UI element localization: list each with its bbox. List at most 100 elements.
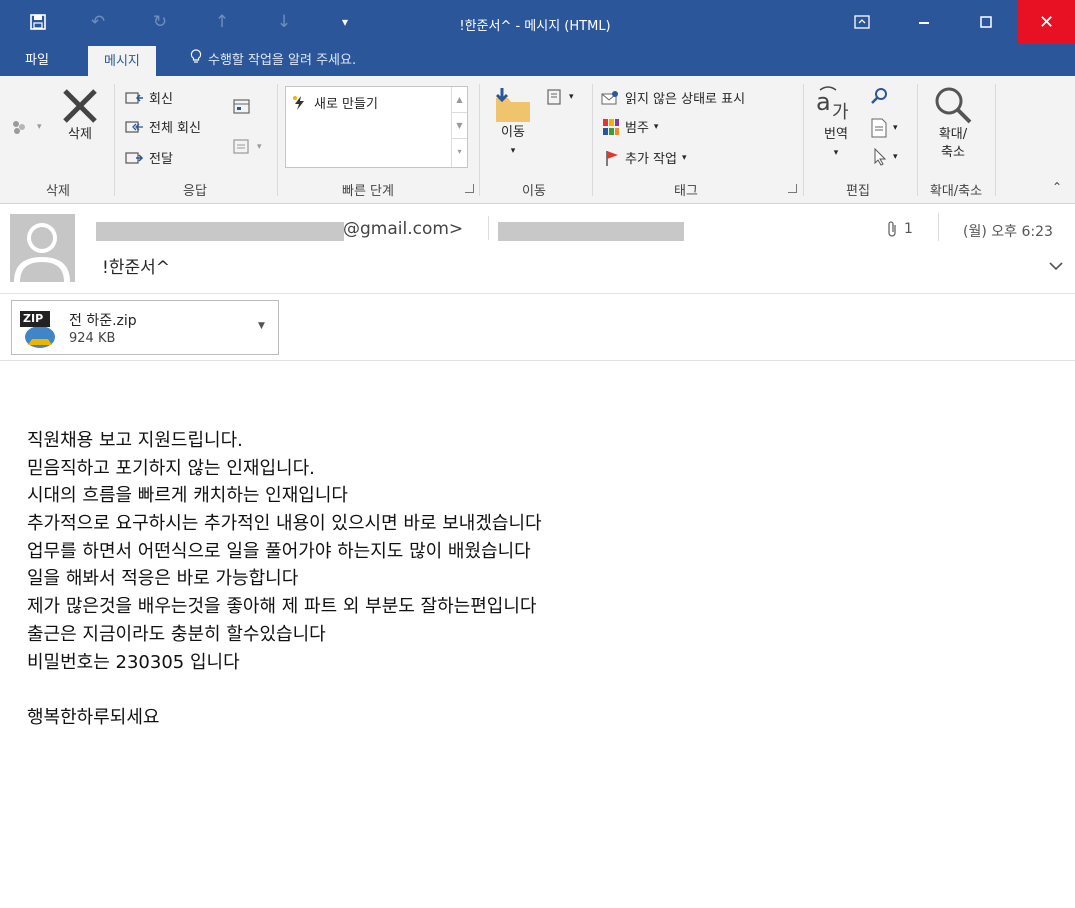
translate-button[interactable]: a가 번역 ▾ [812, 84, 860, 162]
collapse-ribbon-icon[interactable]: ⌃ [1052, 180, 1062, 194]
move-button[interactable]: 이동 ▾ [490, 86, 536, 160]
attachment-card[interactable]: ZIP 전 하준.zip 924 KB ▼ [11, 300, 279, 355]
minimize-button[interactable] [898, 0, 950, 44]
mark-unread-button[interactable]: 읽지 않은 상태로 표시 [600, 88, 745, 107]
zoom-magnifier-icon [935, 87, 972, 124]
group-separator [277, 84, 278, 196]
sender-address[interactable]: @gmail.com> [343, 219, 463, 239]
redacted-sender-name [96, 222, 344, 241]
avatar [10, 214, 75, 282]
save-icon[interactable] [26, 10, 50, 34]
attachment-size: 924 KB [69, 331, 116, 346]
flag-icon [606, 150, 618, 166]
body-line: 시대의 흐름을 빠르게 캐치하는 인재입니다 [27, 485, 348, 507]
unread-envelope-icon [601, 90, 618, 104]
reply-button[interactable]: 회신 [124, 88, 173, 107]
message-header: @gmail.com> !한준서^ 1 (월) 오후 6:23 [0, 205, 1075, 293]
received-datetime: (월) 오후 6:23 [963, 224, 1053, 240]
zip-file-icon: ZIP [20, 309, 56, 349]
body-line: 추가적으로 요구하시는 추가적인 내용이 있으시면 바로 보내겠습니다 [27, 513, 542, 535]
ribbon-display-options-icon[interactable] [836, 0, 888, 44]
forward-icon [125, 151, 144, 164]
redacted-recipient [498, 222, 684, 241]
tab-message[interactable]: 메시지 [88, 46, 156, 76]
group-label-quick-steps: 빠른 단계 [342, 184, 394, 199]
categorize-button[interactable]: 범주 ▾ [602, 117, 658, 136]
meeting-reply-icon[interactable] [232, 98, 252, 116]
body-line: 믿음직하고 포기하지 않는 인재입니다. [27, 457, 315, 479]
chevron-down-icon: ▾ [681, 152, 687, 163]
related-icon[interactable]: ▾ [870, 118, 898, 138]
delete-label: 삭제 [68, 127, 92, 142]
ribbon-tab-bar: 파일 메시지 수행할 작업을 알려 주세요. [0, 46, 1075, 76]
group-label-editing: 편집 [846, 184, 870, 199]
body-line-blank [27, 676, 542, 704]
rules-icon[interactable]: ▾ [544, 88, 574, 106]
window-title: !한준서^ - 메시지 (HTML) [459, 19, 611, 34]
attachment-menu-icon[interactable]: ▼ [258, 321, 265, 331]
next-item-icon[interactable]: ↓ [272, 10, 296, 34]
forward-button[interactable]: 전달 [124, 148, 173, 167]
body-line: 행복한하루되세요 [27, 706, 160, 728]
group-separator [995, 84, 996, 196]
more-respond-icon[interactable]: ▾ [232, 138, 262, 156]
expand-gallery-icon[interactable]: ▾ [452, 139, 467, 165]
svg-text:a: a [816, 88, 831, 116]
message-body: 직원채용 보고 지원드립니다. 믿음직하고 포기하지 않는 인재입니다. 시대의… [27, 427, 542, 732]
reply-all-button[interactable]: 전체 회신 [124, 117, 201, 136]
scroll-up-icon[interactable]: ▲ [452, 87, 467, 113]
group-label-respond: 응답 [183, 184, 207, 199]
quick-steps-scroll[interactable]: ▲ ▼ ▾ [451, 87, 467, 167]
zoom-button[interactable]: 확대/ 축소 [926, 84, 980, 162]
follow-up-button[interactable]: 추가 작업 ▾ [604, 148, 687, 167]
redo-icon[interactable]: ↻ [148, 10, 172, 34]
dialog-launcher-icon[interactable] [465, 184, 474, 193]
message-subject: !한준서^ [102, 258, 170, 278]
body-line: 직원채용 보고 지원드립니다. [27, 430, 243, 451]
quick-steps-gallery[interactable]: 새로 만들기 ▲ ▼ ▾ [285, 86, 468, 168]
previous-item-icon[interactable]: ↑ [210, 10, 234, 34]
quick-step-new[interactable]: 새로 만들기 [292, 93, 378, 112]
ignore-button[interactable]: ▾ [10, 118, 42, 136]
lightning-icon [293, 95, 304, 110]
attachment-name: 전 하준.zip [69, 313, 137, 329]
expand-header-icon[interactable] [1049, 261, 1063, 271]
attachment-bar: ZIP 전 하준.zip 924 KB ▼ [0, 293, 1075, 361]
tell-me-search[interactable]: 수행할 작업을 알려 주세요. [190, 46, 356, 76]
maximize-button[interactable] [960, 0, 1012, 44]
translate-icon: a가 [816, 86, 849, 123]
scroll-down-icon[interactable]: ▼ [452, 113, 467, 139]
group-label-move: 이동 [522, 184, 546, 199]
group-separator [114, 84, 115, 196]
customize-toolbar-icon[interactable]: ▾ [333, 10, 357, 34]
delete-button[interactable]: 삭제 [58, 86, 102, 144]
tab-file[interactable]: 파일 [25, 46, 49, 76]
svg-text:가: 가 [832, 102, 849, 123]
categorize-icon [603, 118, 619, 135]
chevron-down-icon: ▾ [510, 146, 516, 156]
title-bar: ↶ ↻ ↑ ↓ ▾ !한준서^ - 메시지 (HTML) ✕ [0, 0, 1075, 46]
find-icon[interactable] [870, 86, 890, 106]
undo-icon[interactable]: ↶ [86, 10, 110, 34]
group-label-tags: 태그 [674, 184, 698, 199]
ribbon: ▾ 삭제 삭제 회신 전체 회신 전달 ▾ 응답 새로 만들기 ▲ ▼ ▾ 빠른… [0, 76, 1075, 204]
paperclip-icon [888, 221, 896, 237]
chevron-down-icon: ▾ [653, 121, 659, 132]
lightbulb-icon [190, 46, 202, 76]
dialog-launcher-icon[interactable] [788, 184, 797, 193]
close-button[interactable]: ✕ [1018, 0, 1075, 44]
zip-badge: ZIP [23, 312, 44, 325]
move-folder-icon [495, 88, 530, 122]
reply-all-icon [125, 120, 143, 133]
chevron-down-icon: ▾ [833, 148, 839, 158]
body-line: 일을 해봐서 적응은 바로 가능합니다 [27, 568, 299, 590]
group-label-zoom: 확대/축소 [929, 184, 983, 199]
divider [488, 216, 489, 240]
reply-icon [125, 91, 143, 104]
body-line: 비밀번호는 230305 입니다 [27, 651, 240, 673]
body-line: 제가 많은것을 배우는것을 좋아해 제 파트 외 부분도 잘하는편입니다 [27, 596, 537, 618]
group-label-delete: 삭제 [46, 184, 70, 199]
body-line: 업무를 하면서 어떤식으로 일을 풀어가야 하는지도 많이 배웠습니다 [27, 540, 531, 562]
select-icon[interactable]: ▾ [872, 148, 898, 166]
tell-me-label: 수행할 작업을 알려 주세요. [208, 53, 357, 68]
